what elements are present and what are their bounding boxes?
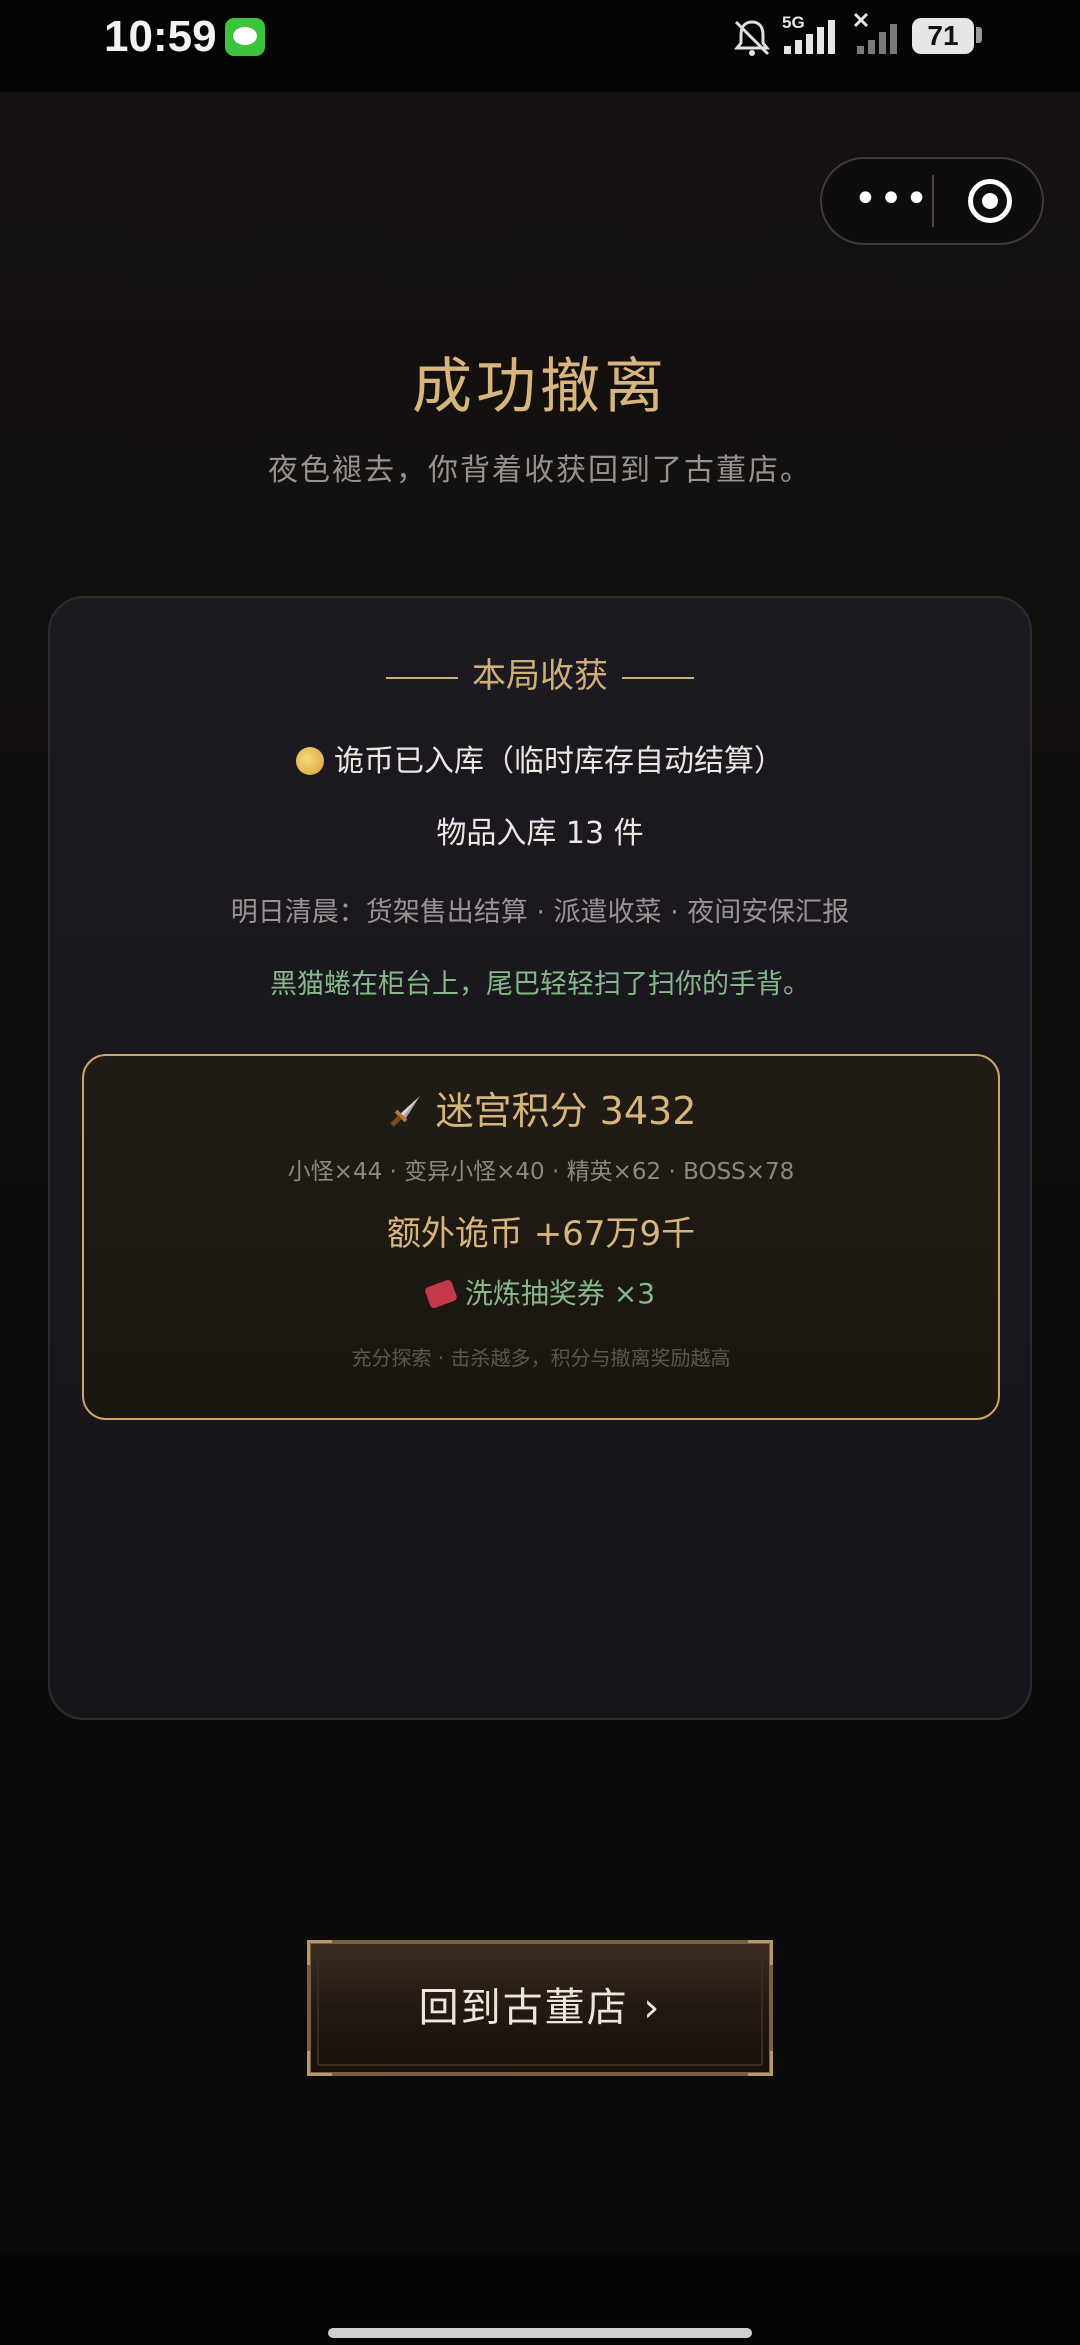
mini-program-capsule: ••• bbox=[820, 157, 1044, 245]
message-app-icon bbox=[225, 18, 265, 56]
summary-card: 本局收获 诡币已入库（临时库存自动结算） 物品入库 13 件 明日清晨：货架售出… bbox=[48, 596, 1032, 1720]
mute-icon bbox=[733, 20, 771, 56]
coins-stored-text: 诡币已入库（临时库存自动结算） bbox=[334, 744, 784, 779]
result-page: 10:59 5G 71 ••• 成功撤离 夜色褪去，你背着收获回到了古董店。 本… bbox=[0, 0, 1080, 2345]
back-to-shop-button[interactable]: 回到古董店 › bbox=[307, 1940, 773, 2076]
ornament-corner bbox=[307, 1940, 332, 1965]
signal-off-icon bbox=[853, 12, 897, 54]
dagger-icon bbox=[389, 1096, 420, 1127]
ornament-corner bbox=[748, 1940, 773, 1965]
lottery-ticket-line: 洗炼抽奖券 ×3 bbox=[84, 1272, 998, 1312]
page-title: 成功撤离 bbox=[412, 352, 668, 422]
home-indicator[interactable] bbox=[328, 2328, 752, 2338]
svg-text:5G: 5G bbox=[782, 13, 805, 32]
morning-events-text: 明日清晨：货架售出结算 · 派遣收菜 · 夜间安保汇报 bbox=[230, 897, 850, 928]
more-options-button[interactable]: ••• bbox=[852, 159, 932, 243]
ornament-corner bbox=[748, 2051, 773, 2076]
kill-stats-text: 小怪×44 · 变异小怪×40 · 精英×62 · BOSS×78 bbox=[287, 1159, 795, 1185]
divider-line-right bbox=[622, 676, 694, 679]
signal-icon: 5G bbox=[782, 13, 835, 54]
battery-tip bbox=[976, 27, 982, 43]
divider-line-left bbox=[386, 676, 458, 679]
capsule-divider bbox=[932, 175, 934, 227]
back-to-shop-label: 回到古董店 › bbox=[418, 1985, 662, 2031]
coin-icon bbox=[296, 747, 324, 775]
status-bar: 10:59 5G 71 bbox=[0, 0, 1080, 92]
reward-hint-text: 充分探索 · 击杀越多，积分与撤离奖励越高 bbox=[351, 1346, 731, 1370]
page-subtitle: 夜色褪去，你背着收获回到了古董店。 bbox=[268, 453, 812, 488]
coins-stored-line: 诡币已入库（临时库存自动结算） bbox=[50, 736, 1030, 780]
status-time: 10:59 bbox=[104, 12, 217, 61]
reward-box: 迷宫积分 3432 小怪×44 · 变异小怪×40 · 精英×62 · BOSS… bbox=[82, 1054, 1000, 1420]
battery-icon: 71 bbox=[912, 18, 974, 54]
ticket-icon bbox=[423, 1278, 458, 1310]
lottery-ticket-text: 洗炼抽奖券 ×3 bbox=[464, 1277, 656, 1310]
extra-coins-text: 额外诡币 +67万9千 bbox=[386, 1214, 696, 1254]
cat-flavor-text: 黑猫蜷在柜台上，尾巴轻轻扫了扫你的手背。 bbox=[270, 969, 810, 1000]
items-stored-text: 物品入库 13 件 bbox=[436, 816, 644, 851]
summary-section-title: 本局收获 bbox=[472, 656, 608, 696]
ornament-corner bbox=[307, 2051, 332, 2076]
maze-score-text: 迷宫积分 3432 bbox=[435, 1089, 697, 1133]
maze-score-line: 迷宫积分 3432 bbox=[84, 1080, 998, 1135]
close-mini-program-button[interactable] bbox=[968, 179, 1012, 223]
summary-section-header: 本局收获 bbox=[50, 648, 1030, 697]
